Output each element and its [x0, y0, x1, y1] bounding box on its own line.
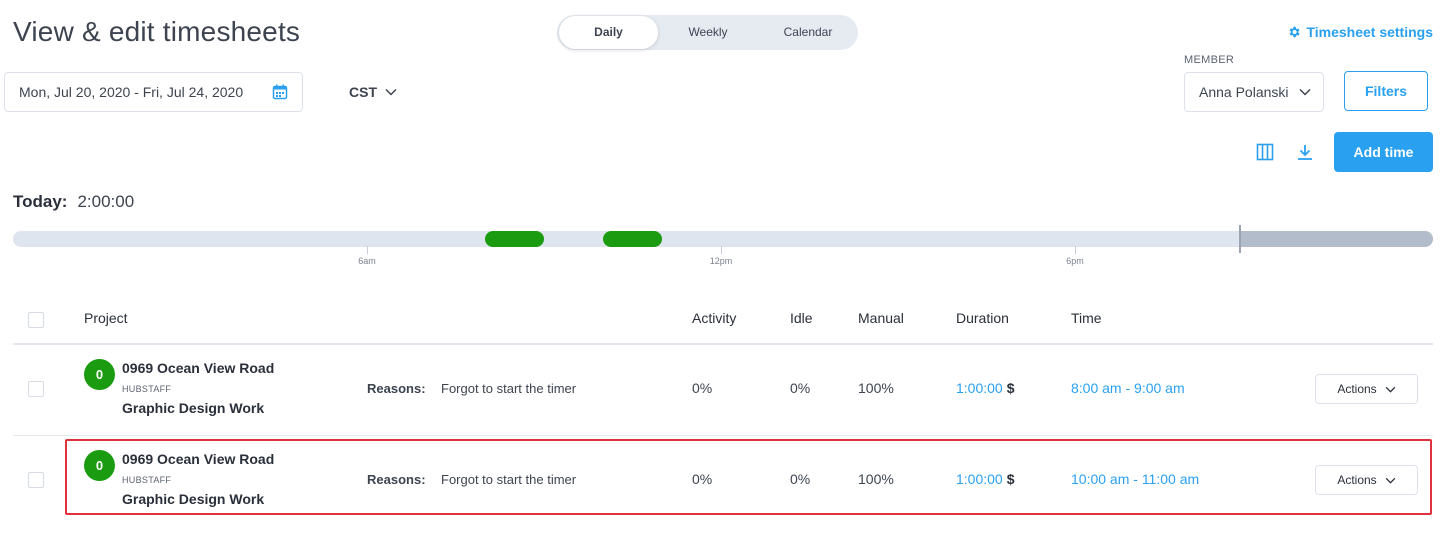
- reasons-value: Forgot to start the timer: [441, 472, 577, 487]
- row-divider: [13, 435, 1433, 436]
- tab-daily[interactable]: Daily: [559, 16, 658, 49]
- chevron-down-icon: [1299, 88, 1311, 96]
- billable-icon: $: [1006, 380, 1015, 396]
- date-range-value: Mon, Jul 20, 2020 - Fri, Jul 24, 2020: [19, 84, 244, 100]
- actions-label: Actions: [1337, 382, 1377, 396]
- header-divider: [13, 343, 1433, 345]
- download-icon: [1298, 145, 1312, 160]
- view-toggle: Daily Weekly Calendar: [557, 15, 858, 50]
- day-timeline: [13, 231, 1433, 247]
- time-range-link[interactable]: 10:00 am - 11:00 am: [1071, 471, 1199, 487]
- reasons-value: Forgot to start the timer: [441, 381, 577, 396]
- duration-cell: 1:00:00 $: [956, 471, 1015, 487]
- today-label: Today:: [13, 192, 68, 211]
- calendar-icon: [272, 84, 288, 100]
- timesheet-settings-label: Timesheet settings: [1306, 24, 1433, 40]
- activity-value: 0%: [692, 380, 713, 396]
- member-label: MEMBER: [1184, 54, 1235, 66]
- duration-value[interactable]: 1:00:00: [956, 380, 1003, 396]
- time-range-link[interactable]: 8:00 am - 9:00 am: [1071, 380, 1185, 396]
- timeline-tick: [1075, 246, 1076, 254]
- timeline-entry[interactable]: [485, 231, 544, 247]
- download-button[interactable]: [1294, 141, 1316, 163]
- chevron-down-icon: [385, 88, 397, 96]
- actions-label: Actions: [1337, 473, 1377, 487]
- page-title: View & edit timesheets: [13, 16, 301, 47]
- timeline-tick-label: 12pm: [709, 256, 733, 266]
- actions-button[interactable]: Actions: [1315, 374, 1418, 404]
- gear-icon: [1290, 26, 1301, 38]
- member-select[interactable]: Anna Polanski: [1184, 72, 1324, 112]
- row-checkbox[interactable]: [28, 472, 44, 488]
- column-header-duration: Duration: [956, 310, 1009, 326]
- manual-value: 100%: [858, 380, 894, 396]
- today-total: 2:00:00: [77, 192, 135, 211]
- tab-weekly[interactable]: Weekly: [658, 15, 758, 50]
- idle-value: 0%: [790, 471, 811, 487]
- organization-name: HUBSTAFF: [122, 475, 172, 485]
- tab-calendar[interactable]: Calendar: [758, 15, 858, 50]
- filters-button[interactable]: Filters: [1344, 71, 1428, 111]
- timeline-tick-label: 6am: [358, 256, 376, 266]
- reasons-label: Reasons:: [367, 381, 426, 396]
- add-time-button[interactable]: Add time: [1334, 132, 1433, 172]
- organization-name: HUBSTAFF: [122, 384, 172, 394]
- project-name[interactable]: 0969 Ocean View Road: [122, 360, 274, 376]
- column-header-time: Time: [1071, 310, 1102, 326]
- chevron-down-icon: [1385, 386, 1396, 393]
- project-name[interactable]: 0969 Ocean View Road: [122, 451, 274, 467]
- duration-cell: 1:00:00 $: [956, 380, 1015, 396]
- timeline-tick-label: 6pm: [1066, 256, 1084, 266]
- select-all-checkbox[interactable]: [28, 312, 44, 328]
- column-header-manual: Manual: [858, 310, 904, 326]
- actions-button[interactable]: Actions: [1315, 465, 1418, 495]
- timesheet-settings-link[interactable]: Timesheet settings: [1287, 24, 1433, 40]
- today-summary: Today: 2:00:00: [13, 192, 134, 212]
- reasons-label: Reasons:: [367, 472, 426, 487]
- project-avatar: 0: [84, 359, 115, 390]
- timeline-entry[interactable]: [603, 231, 662, 247]
- duration-value[interactable]: 1:00:00: [956, 471, 1003, 487]
- idle-value: 0%: [790, 380, 811, 396]
- member-value: Anna Polanski: [1199, 84, 1289, 100]
- column-header-project: Project: [84, 310, 128, 326]
- timezone-select[interactable]: CST: [349, 84, 397, 100]
- columns-button[interactable]: [1254, 141, 1276, 163]
- chevron-down-icon: [1385, 477, 1396, 484]
- columns-icon: [1256, 143, 1274, 161]
- manual-value: 100%: [858, 471, 894, 487]
- timeline-tick: [367, 246, 368, 254]
- billable-icon: $: [1006, 471, 1015, 487]
- date-range-picker[interactable]: Mon, Jul 20, 2020 - Fri, Jul 24, 2020: [4, 72, 303, 112]
- timezone-value: CST: [349, 84, 377, 100]
- row-checkbox[interactable]: [28, 381, 44, 397]
- column-header-idle: Idle: [790, 310, 813, 326]
- timeline-future-segment: [1240, 231, 1433, 247]
- project-avatar: 0: [84, 450, 115, 481]
- current-time-marker: [1239, 225, 1242, 253]
- activity-value: 0%: [692, 471, 713, 487]
- task-name[interactable]: Graphic Design Work: [122, 400, 264, 416]
- task-name[interactable]: Graphic Design Work: [122, 491, 264, 507]
- column-header-activity: Activity: [692, 310, 737, 326]
- timeline-tick: [721, 246, 722, 254]
